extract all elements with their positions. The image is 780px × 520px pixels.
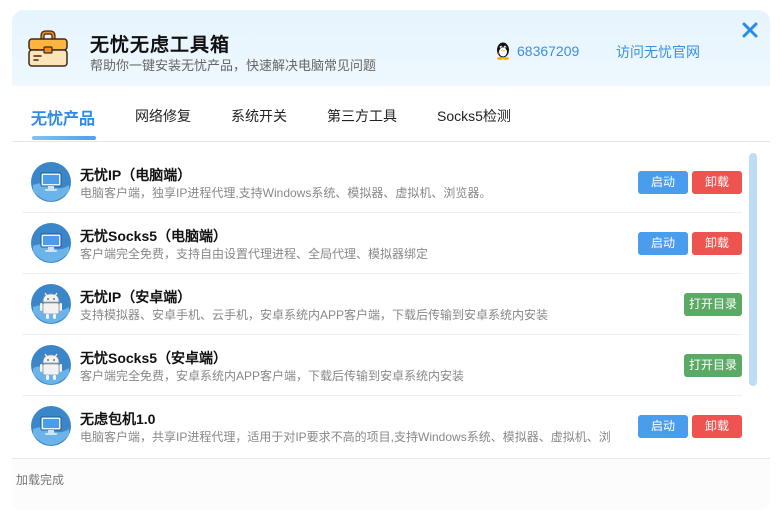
list-item: 无忧IP（电脑端） 电脑客户端，独享IP进程代理,支持Windows系统、模拟器… [22, 152, 742, 213]
list-item: 无忧Socks5（安卓端） 客户端完全免费，安卓系统内APP客户端，下载后传输到… [22, 335, 742, 396]
product-list: 无忧IP（电脑端） 电脑客户端，独享IP进程代理,支持Windows系统、模拟器… [22, 152, 742, 450]
product-description: 支持模拟器、安卓手机、云手机，安卓系统内APP客户端，下载后传输到安卓系统内安装 [80, 308, 549, 322]
status-text: 加载完成 [16, 473, 65, 487]
tab-third-party-tools[interactable]: 第三方工具 [327, 106, 397, 126]
product-title: 无忧IP（电脑端） [80, 167, 192, 183]
visit-website-link[interactable]: 访问无忧官网 [616, 42, 700, 62]
monitor-icon [31, 162, 71, 202]
android-icon [31, 284, 71, 324]
start-button[interactable]: 启动 [638, 415, 688, 438]
close-icon[interactable] [739, 19, 761, 41]
qq-penguin-icon [497, 42, 509, 60]
uninstall-button[interactable]: 卸载 [692, 171, 742, 194]
toolbox-window: 无忧无虑工具箱 帮助你一键安装无忧产品，快速解决电脑常见问题 68367209 … [0, 0, 780, 520]
active-tab-indicator [32, 136, 96, 140]
start-button[interactable]: 启动 [638, 232, 688, 255]
product-title: 无忧IP（安卓端） [80, 289, 192, 305]
product-title: 无忧Socks5（电脑端） [80, 228, 228, 244]
app-title: 无忧无虑工具箱 [90, 35, 231, 56]
qq-contact[interactable]: 68367209 [494, 41, 579, 61]
product-description: 客户端完全免费，安卓系统内APP客户端，下载后传输到安卓系统内安装 [80, 369, 465, 383]
list-item: 无虑包机1.0 电脑客户端，共享IP进程代理，适用于对IP要求不高的项目,支持W… [22, 396, 742, 450]
tab-socks5-check[interactable]: Socks5检测 [437, 106, 511, 126]
product-title: 无忧Socks5（安卓端） [80, 350, 228, 366]
header: 无忧无虑工具箱 帮助你一键安装无忧产品，快速解决电脑常见问题 68367209 … [12, 10, 770, 86]
monitor-icon [31, 223, 71, 263]
tab-network-repair[interactable]: 网络修复 [135, 106, 191, 126]
open-folder-button[interactable]: 打开目录 [684, 293, 742, 316]
android-icon [31, 345, 71, 385]
tab-bar: 无忧产品 网络修复 系统开关 第三方工具 Socks5检测 [12, 86, 770, 142]
uninstall-button[interactable]: 卸载 [692, 232, 742, 255]
status-bar: 加载完成 [12, 458, 770, 510]
product-title: 无虑包机1.0 [80, 411, 156, 427]
tab-products[interactable]: 无忧产品 [31, 105, 95, 129]
list-item: 无忧Socks5（电脑端） 客户端完全免费，支持自由设置代理进程、全局代理、模拟… [22, 213, 742, 274]
uninstall-button[interactable]: 卸载 [692, 415, 742, 438]
open-folder-button[interactable]: 打开目录 [684, 354, 742, 377]
toolbox-icon [28, 30, 68, 67]
scrollbar-thumb[interactable] [749, 153, 757, 386]
start-button[interactable]: 启动 [638, 171, 688, 194]
product-description: 电脑客户端，共享IP进程代理，适用于对IP要求不高的项目,支持Windows系统… [80, 430, 611, 444]
product-description: 客户端完全免费，支持自由设置代理进程、全局代理、模拟器绑定 [80, 247, 429, 261]
list-item: 无忧IP（安卓端） 支持模拟器、安卓手机、云手机，安卓系统内APP客户端，下载后… [22, 274, 742, 335]
tab-system-switch[interactable]: 系统开关 [231, 106, 287, 126]
qq-number: 68367209 [517, 43, 580, 59]
app-subtitle: 帮助你一键安装无忧产品，快速解决电脑常见问题 [90, 58, 377, 73]
product-description: 电脑客户端，独享IP进程代理,支持Windows系统、模拟器、虚拟机、浏览器。 [80, 186, 492, 200]
monitor-icon [31, 406, 71, 446]
